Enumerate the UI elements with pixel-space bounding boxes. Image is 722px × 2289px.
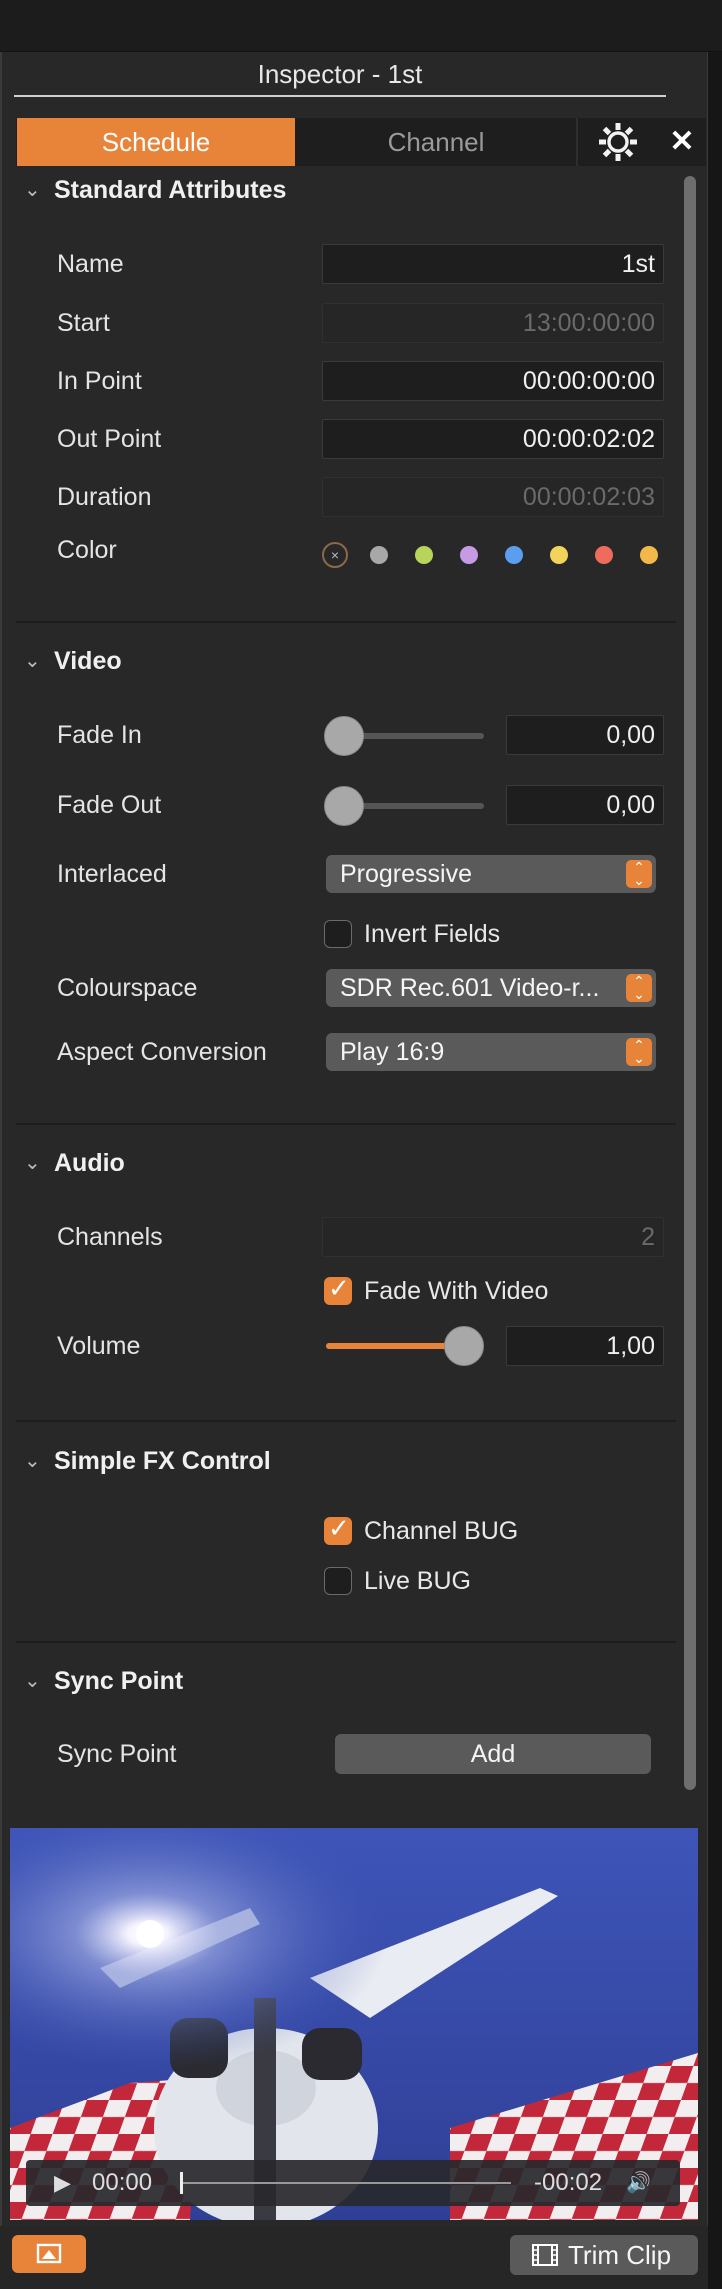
tab-divider [576,118,578,166]
duration-field: 00:00:02:03 [322,477,664,517]
live-bug-checkbox[interactable] [324,1567,352,1595]
volume-label: Volume [57,1332,141,1360]
color-swatch[interactable] [505,546,523,564]
film-strip-icon [532,2244,558,2266]
color-swatch[interactable] [595,546,613,564]
colourspace-value: SDR Rec.601 Video-r... [340,974,600,1002]
chevron-down-icon: ⌄ [24,1450,41,1472]
aspect-conversion-value: Play 16:9 [340,1038,445,1066]
section-title: Sync Point [54,1667,184,1695]
aspect-conversion-select[interactable]: Play 16:9 ⌃ ⌄ [326,1033,656,1071]
gear-icon[interactable] [596,120,640,164]
select-stepper-icon: ⌃ ⌄ [626,1038,652,1066]
sync-point-label: Sync Point [57,1740,177,1768]
out-point-field[interactable]: 00:00:02:02 [322,419,664,459]
out-point-label: Out Point [57,425,162,453]
invert-fields-checkbox[interactable] [324,920,352,948]
section-title: Standard Attributes [54,176,287,204]
add-sync-point-button[interactable]: Add [335,1734,651,1774]
channel-bug-checkbox[interactable] [324,1514,352,1545]
current-time: 00:00 [92,2169,153,2196]
in-point-label: In Point [57,367,142,395]
duration-label: Duration [57,483,152,511]
section-standard-attributes[interactable]: ⌄ Standard Attributes [24,170,286,210]
fade-with-video-checkbox[interactable] [324,1274,352,1305]
inspector-title: Inspector - 1st [257,59,423,89]
volume-field[interactable]: 1,00 [506,1326,664,1366]
volume-slider-knob[interactable] [444,1326,484,1366]
panel-gutter [708,52,722,2289]
in-point-field[interactable]: 00:00:00:00 [322,361,664,401]
trim-clip-label: Trim Clip [568,2240,672,2270]
section-divider [16,1123,676,1125]
section-simple-fx[interactable]: ⌄ Simple FX Control [24,1441,271,1481]
section-video[interactable]: ⌄ Video [24,641,122,681]
section-divider [16,621,676,623]
channels-field: 2 [322,1217,664,1257]
player-controls: ▶ 00:00 -00:02 🔊 [26,2160,680,2206]
colourspace-label: Colourspace [57,974,198,1002]
fade-out-field[interactable]: 0,00 [506,785,664,825]
fade-in-field[interactable]: 0,00 [506,715,664,755]
channel-bug-label[interactable]: Channel BUG [364,1515,518,1547]
section-audio[interactable]: ⌄ Audio [24,1143,125,1183]
fade-out-label: Fade Out [57,791,162,819]
color-swatch[interactable] [370,546,388,564]
section-title: Audio [54,1149,125,1177]
fade-in-slider-knob[interactable] [324,716,364,756]
picture-icon [36,2243,62,2264]
color-swatch[interactable] [640,546,658,564]
name-label: Name [57,250,124,278]
invert-fields-label[interactable]: Invert Fields [364,918,500,950]
interlaced-value: Progressive [340,860,472,888]
start-field: 13:00:00:00 [322,303,664,343]
scrollbar-thumb[interactable] [684,176,696,1790]
close-icon[interactable]: ✕ [664,120,700,164]
scrub-track[interactable] [181,2182,511,2184]
fade-in-label: Fade In [57,721,142,749]
tab-channel[interactable]: Channel [300,118,572,166]
fade-out-slider-knob[interactable] [324,786,364,826]
title-underline [14,95,666,97]
color-label: Color [57,536,117,564]
section-divider [16,1641,676,1643]
remaining-time: -00:02 [534,2169,603,2196]
color-swatch[interactable] [415,546,433,564]
play-icon[interactable]: ▶ [54,2160,71,2206]
chevron-down-icon: ⌄ [24,650,41,672]
tab-schedule[interactable]: Schedule [17,118,295,166]
aspect-conversion-label: Aspect Conversion [57,1038,267,1066]
select-stepper-icon: ⌃ ⌄ [626,860,652,888]
section-sync-point[interactable]: ⌄ Sync Point [24,1661,183,1701]
channels-label: Channels [57,1223,163,1251]
color-swatch[interactable] [550,546,568,564]
color-none-swatch[interactable]: × [322,542,348,568]
window-top-strip [0,0,722,52]
live-bug-label[interactable]: Live BUG [364,1565,471,1597]
chevron-down-icon: ⌄ [24,179,41,201]
section-title: Video [54,647,122,675]
select-stepper-icon: ⌃ ⌄ [626,974,652,1002]
fade-with-video-label[interactable]: Fade With Video [364,1275,548,1307]
start-label: Start [57,309,110,337]
trim-clip-button[interactable]: Trim Clip [510,2235,698,2275]
interlaced-select[interactable]: Progressive ⌃ ⌄ [326,855,656,893]
colourspace-select[interactable]: SDR Rec.601 Video-r... ⌃ ⌄ [326,969,656,1007]
chevron-down-icon: ⌄ [24,1670,41,1692]
interlaced-label: Interlaced [57,860,167,888]
chevron-down-icon: ⌄ [24,1152,41,1174]
playhead[interactable] [180,2172,183,2194]
color-swatch[interactable] [460,546,478,564]
section-divider [16,1420,676,1422]
name-field[interactable]: 1st [322,244,664,284]
section-title: Simple FX Control [54,1447,271,1475]
volume-icon[interactable]: 🔊 [626,2160,651,2206]
image-button[interactable] [12,2235,86,2273]
